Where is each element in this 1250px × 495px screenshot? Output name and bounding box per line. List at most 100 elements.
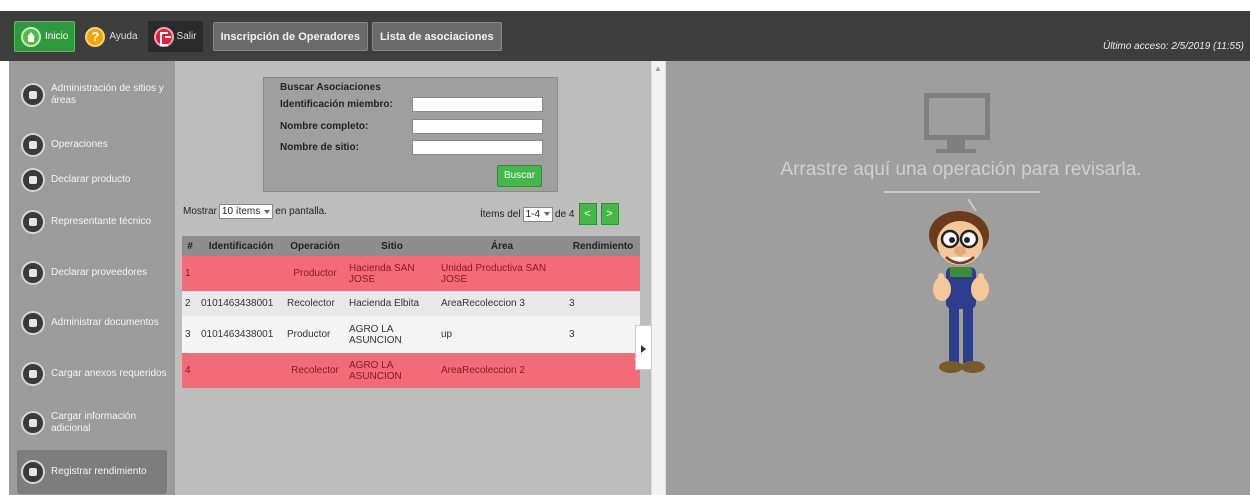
column-header: Operación [284,236,346,256]
table-header: # Identificación Operación Sitio Área Re… [182,236,640,256]
operation-drop-zone[interactable]: Arrastre aquí una operación para revisar… [666,61,1250,495]
sidebar-item-sites-areas[interactable]: Administración de sitios y áreas [17,73,167,117]
column-header: Rendimiento [566,236,640,256]
technician-icon [21,210,45,234]
sidebar-item-manage-documents[interactable]: Administrar documentos [17,301,167,345]
cell-area: up [441,329,453,340]
cell-number: 2 [185,298,191,309]
sidebar-item-upload-attachments[interactable]: Cargar anexos requeridos [17,352,167,396]
sidebar-item-label: Representante técnico [51,216,152,227]
exit-icon [153,26,174,47]
toolbar-buttons: Inicio ? Ayuda Salir Inscripción de Oper… [14,20,502,53]
operations-icon [21,133,45,157]
table-row[interactable]: 4 Recolector AGRO LA ASUNCION AreaRecole… [182,353,640,388]
member-id-row: Identificación miembro: [280,96,543,112]
sidebar-item-label: Registrar rendimiento [51,466,147,477]
sidebar-item-label: Administración de sitios y áreas [51,83,164,106]
home-button[interactable]: Inicio [14,21,76,52]
table-row[interactable]: 3 0101463438001 Productor AGRO LA ASUNCI… [182,316,640,353]
sidebar-item-technical-representative[interactable]: Representante técnico [17,200,167,244]
sidebar-item-declare-suppliers[interactable]: Declarar proveedores [17,251,167,295]
cell-area: Unidad Productiva SAN JOSE [441,262,547,285]
cell-operation: Productor [293,268,337,279]
table-row[interactable]: 1 Productor Hacienda SAN JOSE Unidad Pro… [182,256,640,291]
monitor-icon [924,93,990,140]
member-id-input[interactable] [412,96,543,112]
cell-number: 4 [185,365,191,376]
pager-suffix: de 4 [555,208,575,220]
associations-panel: Buscar Asociaciones Identificación miemb… [175,61,651,495]
pager-prefix: Ítems del [480,208,521,220]
search-button[interactable]: Buscar [497,165,542,187]
drop-zone-hint: Arrastre aquí una operación para revisar… [780,159,1142,180]
monitor-stand [947,140,965,149]
mascot-illustration [929,199,989,373]
column-header: # [182,236,198,256]
tab-association-list[interactable]: Lista de asociaciones [371,22,502,51]
cell-operation: Recolector [291,365,339,376]
column-header: Área [438,236,566,256]
sidebar-item-label: Cargar información adicional [51,411,137,434]
upload-info-icon [21,411,45,435]
exit-button[interactable]: Salir [147,21,203,52]
page-range-select[interactable]: 1-4 [522,206,554,222]
panel-splitter[interactable] [651,61,666,495]
cell-performance: 3 [569,329,575,340]
cell-site: Hacienda Elbita [349,298,420,309]
member-id-label: Identificación miembro: [280,98,393,110]
exit-label: Salir [176,31,197,42]
cell-area: AreaRecoleccion 3 [441,298,525,309]
sidebar-item-label: Declarar proveedores [51,267,148,278]
full-name-label: Nombre completo: [280,120,369,132]
full-name-input[interactable] [412,118,543,134]
help-label: Ayuda [109,31,138,42]
last-access-text: Último acceso: 2/5/2019 (11:55) [1102,41,1244,52]
associations-table: # Identificación Operación Sitio Área Re… [182,236,640,388]
chevron-down-icon [544,212,551,216]
attachments-icon [21,362,45,386]
cell-identification [198,353,284,388]
page-size-select[interactable]: 10 ítems [218,204,274,219]
cell-performance [566,256,640,291]
tab-operator-registration[interactable]: Inscripción de Operadores [212,22,368,51]
home-icon [21,26,41,47]
page-size-control: Mostrar 10 ítems en pantalla. [183,204,327,219]
sidebar: Administración de sitios y áreas Operaci… [9,61,175,495]
search-title: Buscar Asociaciones [280,82,381,93]
sidebar-item-label: Operaciones [51,139,108,150]
sidebar-item-label: Declarar producto [51,174,131,185]
cell-operation: Productor [287,329,331,340]
sidebar-item-upload-additional-info[interactable]: Cargar información adicional [17,401,167,445]
prev-page-button[interactable]: < [578,203,597,225]
chevron-up-icon: ▲ [654,64,662,73]
speech-bubble-line [884,191,1040,193]
sidebar-item-declare-product[interactable]: Declarar producto [17,158,167,202]
full-name-row: Nombre completo: [280,118,543,134]
cell-site: Hacienda SAN JOSE [349,262,415,285]
top-toolbar: Inicio ? Ayuda Salir Inscripción de Oper… [0,11,1250,61]
column-header: Identificación [198,236,284,256]
show-suffix: en pantalla. [275,206,327,217]
cell-performance [566,353,640,388]
collapse-panel-button[interactable] [635,325,652,370]
chart-icon [21,460,45,484]
site-name-label: Nombre de sitio: [280,141,359,153]
documents-icon [21,311,45,335]
cell-operation: Recolector [287,298,335,309]
home-label: Inicio [45,31,69,42]
help-button[interactable]: ? Ayuda [79,21,143,52]
sidebar-item-register-performance[interactable]: Registrar rendimiento [17,450,167,494]
sidebar-item-label: Administrar documentos [51,317,159,328]
sidebar-item-label: Cargar anexos requeridos [51,368,167,379]
sites-icon [21,83,45,107]
site-name-input[interactable] [412,139,543,155]
next-page-button[interactable]: > [600,203,619,225]
page-size-value: 10 ítems [221,206,261,217]
pagination: Ítems del 1-4 de 4 < > [480,203,619,225]
page-range-value: 1-4 [525,208,541,220]
chevron-down-icon [264,209,271,214]
search-form: Buscar Asociaciones Identificación miemb… [263,77,558,192]
cell-identification [198,256,284,291]
cell-identification: 0101463438001 [201,298,274,309]
table-row[interactable]: 2 0101463438001 Recolector Hacienda Elbi… [182,291,640,316]
